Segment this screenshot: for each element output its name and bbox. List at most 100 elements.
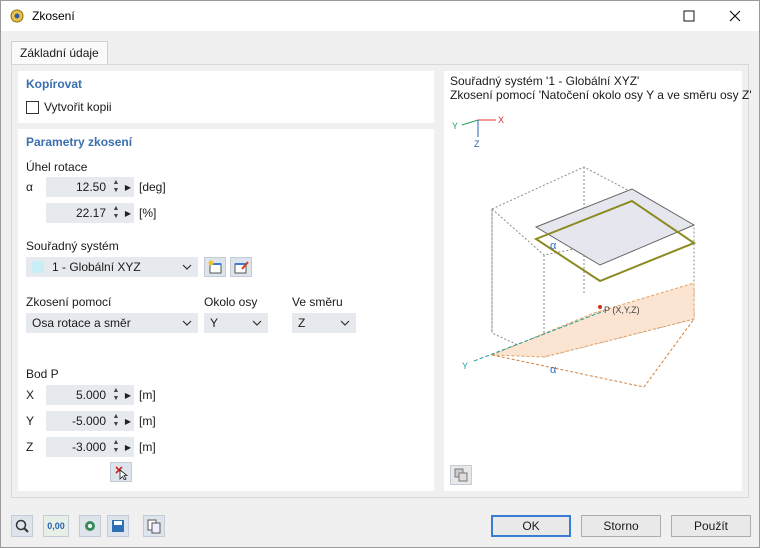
alpha-pct-input[interactable]: 22.17 — [46, 203, 110, 223]
axis-triad-icon: X Y Z — [452, 115, 504, 149]
title-bar: Zkosení — [1, 1, 759, 31]
skew-by-select[interactable]: Osa rotace a směr — [26, 313, 198, 333]
save-icon — [112, 520, 124, 532]
point-y-axis: Y — [26, 414, 35, 428]
edit-coord-system-icon — [234, 261, 249, 274]
about-axis-label: Okolo osy — [204, 295, 258, 309]
alpha-upper-label: α — [550, 240, 557, 252]
point-z-stepper[interactable]: -3.000 ▲ ▼ ▶ [m] — [46, 437, 176, 457]
skew-params-section: Parametry zkosení Úhel rotace α 12.50 ▲ ▼… — [18, 129, 434, 491]
point-x-spin-icon[interactable]: ▲ ▼ — [110, 385, 122, 405]
create-copy-label: Vytvořit kopii — [44, 100, 112, 114]
units-button[interactable]: 0,00 — [43, 515, 69, 537]
coord-system-value: 1 - Globální XYZ — [52, 260, 141, 274]
gear-icon — [85, 521, 95, 531]
coord-system-color-icon — [32, 261, 44, 273]
point-p-marker — [598, 305, 602, 309]
skew-params-title: Parametry zkosení — [26, 135, 133, 149]
new-coord-system-button[interactable] — [204, 257, 226, 277]
preview-panel: Souřadný systém '1 - Globální XYZ' Zkose… — [444, 71, 752, 491]
cancel-button[interactable]: Storno — [581, 515, 661, 537]
apply-button[interactable]: Použít — [671, 515, 751, 537]
point-z-input[interactable]: -3.000 — [46, 437, 110, 457]
skew-by-label: Zkosení pomocí — [26, 295, 112, 309]
alpha-deg-unit: [deg] — [139, 180, 166, 194]
preview-line-1: Souřadný systém '1 - Globální XYZ' — [450, 74, 640, 88]
point-z-unit: [m] — [139, 440, 156, 454]
alpha-symbol: α — [26, 180, 33, 194]
tab-strip: Základní údaje — [1, 31, 759, 65]
chevron-down-icon — [252, 313, 262, 333]
rotation-axis-label: Y — [462, 361, 468, 371]
direction-value: Z — [298, 316, 306, 330]
axis-z-label: Z — [474, 139, 480, 149]
app-icon — [10, 9, 24, 23]
point-x-axis: X — [26, 388, 35, 402]
point-label: Bod P — [26, 367, 59, 381]
point-x-unit: [m] — [139, 388, 156, 402]
chevron-down-icon — [182, 257, 192, 277]
point-y-input[interactable]: -5.000 — [46, 411, 110, 431]
point-z-spin-icon[interactable]: ▲ ▼ — [110, 437, 122, 457]
axis-y-label: Y — [452, 121, 458, 131]
preview-line-2: Zkosení pomocí 'Natočení okolo osy Y a v… — [450, 88, 752, 102]
dialog-window: Zkosení Základní údaje Kopírovat Vytvoři… — [0, 0, 760, 548]
skew-by-value: Osa rotace a směr — [32, 316, 131, 330]
skew-diagram: X Y Z α Y P (X,Y,Z) α — [452, 115, 697, 388]
copy-section-title: Kopírovat — [26, 77, 83, 91]
close-button[interactable] — [713, 1, 757, 31]
point-z-play-icon[interactable]: ▶ — [122, 437, 134, 457]
chevron-down-icon — [340, 313, 350, 333]
pick-point-icon — [115, 466, 129, 480]
point-x-input[interactable]: 5.000 — [46, 385, 110, 405]
close-icon — [729, 10, 741, 22]
preview-view-button[interactable] — [450, 465, 472, 485]
save-button[interactable] — [107, 515, 129, 537]
about-axis-select[interactable]: Y — [204, 313, 268, 333]
window-title: Zkosení — [32, 9, 75, 23]
point-z-axis: Z — [26, 440, 34, 454]
rotation-angle-label: Úhel rotace — [26, 160, 88, 174]
point-y-spin-icon[interactable]: ▲ ▼ — [110, 411, 122, 431]
alpha-deg-spin-icon[interactable]: ▲ ▼ — [110, 177, 122, 197]
alpha-deg-stepper[interactable]: 12.50 ▲ ▼ ▶ [deg] — [46, 177, 176, 197]
ground-plane — [491, 282, 695, 358]
alpha-pct-play-icon[interactable]: ▶ — [122, 203, 134, 223]
alpha-deg-input[interactable]: 12.50 — [46, 177, 110, 197]
coord-system-label: Souřadný systém — [26, 239, 119, 253]
alpha-pct-stepper[interactable]: 22.17 ▲ ▼ ▶ [%] — [46, 203, 176, 223]
new-coord-system-icon — [208, 260, 222, 274]
point-y-stepper[interactable]: -5.000 ▲ ▼ ▶ [m] — [46, 411, 176, 431]
maximize-button[interactable] — [667, 1, 711, 31]
search-icon — [15, 519, 29, 533]
view-icon — [454, 468, 468, 482]
alpha-deg-play-icon[interactable]: ▶ — [122, 177, 134, 197]
settings-button[interactable] — [79, 515, 101, 537]
maximize-icon — [683, 10, 695, 22]
alpha-pct-spin-icon[interactable]: ▲ ▼ — [110, 203, 122, 223]
point-x-play-icon[interactable]: ▶ — [122, 385, 134, 405]
tab-basic-data[interactable]: Základní údaje — [11, 41, 108, 65]
help-button[interactable] — [11, 515, 33, 537]
tab-content: Kopírovat Vytvořit kopii Parametry zkose… — [11, 64, 752, 498]
pick-point-button[interactable] — [110, 462, 132, 482]
copy-icon — [147, 519, 161, 534]
direction-label: Ve směru — [292, 295, 343, 309]
direction-select[interactable]: Z — [292, 313, 356, 333]
edit-coord-system-button[interactable] — [230, 257, 252, 277]
chevron-down-icon — [182, 313, 192, 333]
axis-x-label: X — [498, 115, 504, 125]
point-y-play-icon[interactable]: ▶ — [122, 411, 134, 431]
point-y-unit: [m] — [139, 414, 156, 428]
coord-system-select[interactable]: 1 - Globální XYZ — [26, 257, 198, 277]
point-x-stepper[interactable]: 5.000 ▲ ▼ ▶ [m] — [46, 385, 176, 405]
point-p-label: P (X,Y,Z) — [604, 305, 640, 315]
alpha-lower-label: α — [550, 364, 557, 376]
units-counter: 0,00 — [47, 521, 65, 531]
ok-button[interactable]: OK — [491, 515, 571, 537]
about-axis-value: Y — [210, 316, 219, 330]
alpha-pct-unit: [%] — [139, 206, 157, 220]
copy-values-button[interactable] — [143, 515, 165, 537]
create-copy-checkbox[interactable] — [26, 101, 39, 114]
copy-section: Kopírovat Vytvořit kopii — [18, 71, 434, 123]
